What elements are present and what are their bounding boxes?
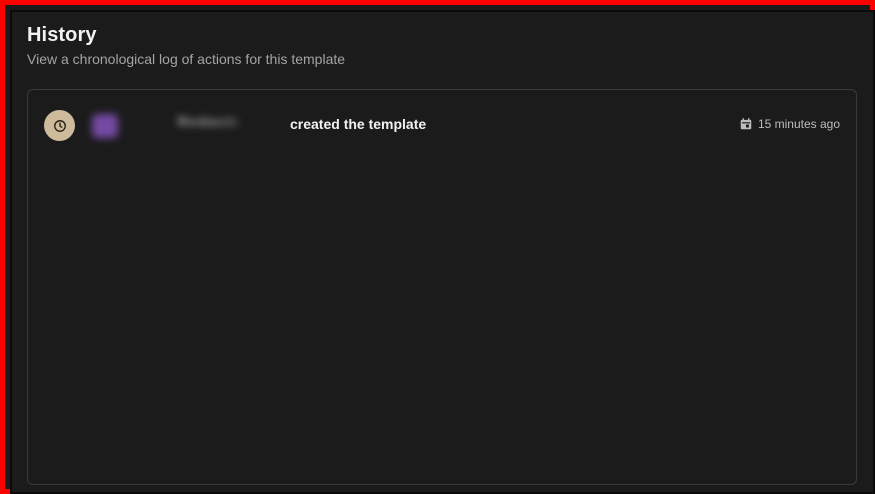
history-action: created the template: [290, 116, 427, 132]
screenshot-frame: History View a chronological log of acti…: [0, 0, 875, 494]
user-name: Redacted: [178, 114, 236, 129]
history-entry: Redacted created the template 15 minutes…: [28, 90, 856, 160]
timestamp-text: 15 minutes ago: [757, 117, 840, 131]
history-panel: Redacted created the template 15 minutes…: [27, 89, 857, 485]
page-title: History: [27, 24, 97, 46]
history-timestamp: 15 minutes ago: [739, 117, 840, 131]
calendar-icon: [739, 117, 753, 131]
avatar: [92, 114, 118, 138]
page-subtitle: View a chronological log of actions for …: [27, 51, 346, 67]
clock-icon: [44, 110, 75, 141]
